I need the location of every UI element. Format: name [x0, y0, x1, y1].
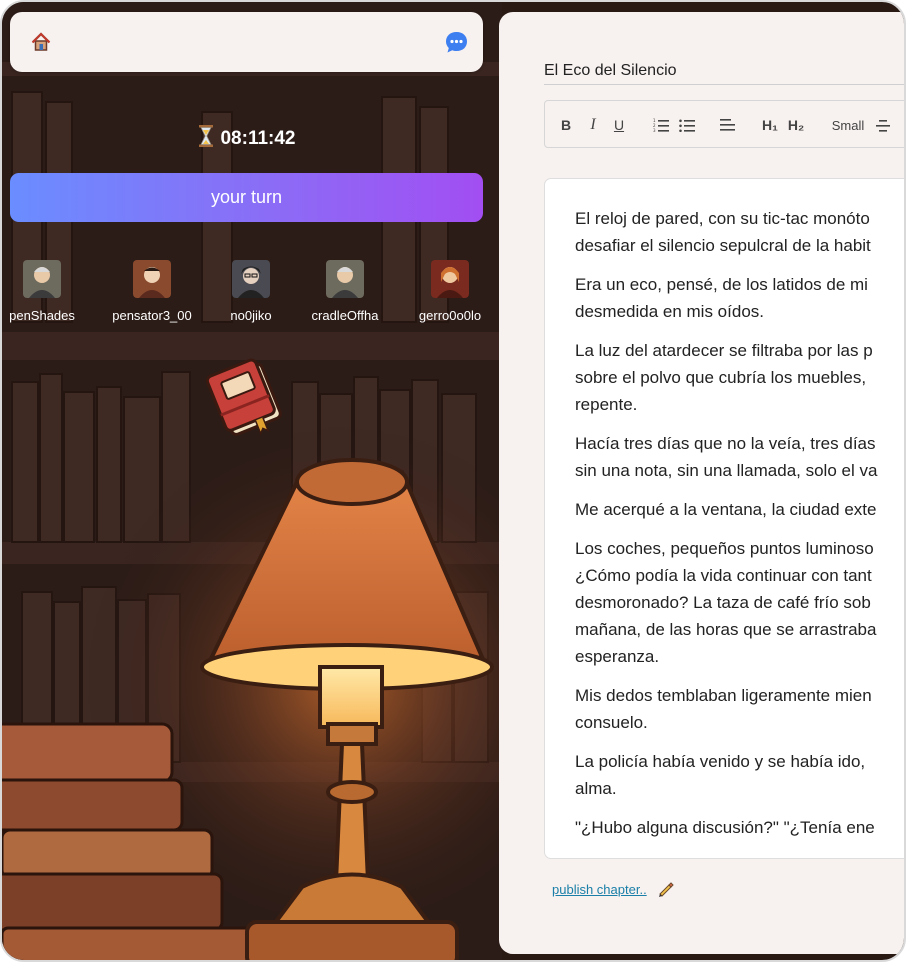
- home-icon[interactable]: [30, 31, 52, 53]
- book-icon: [206, 358, 282, 436]
- player-item[interactable]: pensator3_00: [97, 258, 207, 323]
- heading-1-button[interactable]: H₁: [759, 114, 781, 136]
- align-left-button[interactable]: [719, 114, 737, 136]
- avatar: [133, 260, 171, 298]
- small-text-button[interactable]: Small: [828, 114, 868, 136]
- editor-paragraph: La policía había venido y se había ido, …: [575, 752, 866, 798]
- player-name: penShades: [9, 308, 75, 323]
- bullet-list-icon: [679, 119, 695, 132]
- game-scene: 08:11:42 your turn penShades pensator3_0…: [2, 2, 502, 960]
- player-name: pensator3_00: [112, 308, 192, 323]
- editor-paragraph: La luz del atardecer se filtraba por las…: [575, 341, 873, 414]
- avatar: [23, 260, 61, 298]
- editor-paragraph: El reloj de pared, con su tic-tac monóto…: [575, 209, 871, 255]
- avatar: [326, 260, 364, 298]
- player-name: cradleOffha: [311, 308, 379, 323]
- top-bar: [10, 12, 483, 72]
- player-name: gerro0o0lo: [418, 308, 482, 323]
- align-left-icon: [720, 119, 735, 131]
- chapter-editor-panel: B I U 1 2 3: [499, 12, 904, 954]
- bullet-list-button[interactable]: [678, 114, 696, 136]
- chapter-text-editor[interactable]: El reloj de pared, con su tic-tac monóto…: [544, 178, 904, 859]
- editor-paragraph: Me acerqué a la ventana, la ciudad exte: [575, 500, 877, 519]
- player-item[interactable]: cradleOffha: [290, 258, 400, 323]
- svg-text:3: 3: [653, 128, 656, 132]
- pen-icon: [659, 882, 674, 897]
- heading-2-button[interactable]: H₂: [785, 114, 807, 136]
- app-frame: 08:11:42 your turn penShades pensator3_0…: [0, 0, 906, 962]
- align-icon: [876, 120, 890, 132]
- player-list: penShades pensator3_00 no0jiko cradleOff…: [2, 258, 502, 328]
- your-turn-button[interactable]: your turn: [10, 173, 483, 222]
- player-item[interactable]: penShades: [2, 258, 97, 323]
- publish-chapter-link[interactable]: publish chapter..: [552, 882, 647, 897]
- editor-paragraph: Los coches, pequeños puntos luminoso ¿Có…: [575, 539, 877, 666]
- editor-paragraph: Mis dedos temblaban ligeramente mien con…: [575, 686, 872, 732]
- chat-bubble-icon[interactable]: [444, 30, 469, 55]
- chapter-title-input[interactable]: [544, 61, 904, 85]
- underline-button[interactable]: U: [611, 114, 627, 136]
- text-align-button[interactable]: [875, 114, 891, 136]
- hourglass-icon: [199, 125, 214, 147]
- editor-paragraph: Hacía tres días que no la veía, tres día…: [575, 434, 878, 480]
- timer-value: 08:11:42: [220, 128, 296, 149]
- turn-timer: 08:11:42: [2, 124, 492, 150]
- editor-toolbar: B I U 1 2 3 H₁ H₂ Small: [544, 100, 904, 148]
- player-item[interactable]: gerro0o0lo: [395, 258, 502, 323]
- bold-button[interactable]: B: [559, 114, 573, 136]
- avatar: [431, 260, 469, 298]
- italic-button[interactable]: I: [586, 114, 600, 136]
- ordered-list-button[interactable]: 1 2 3: [652, 114, 670, 136]
- editor-paragraph: Era un eco, pensé, de los latidos de mi …: [575, 275, 868, 321]
- editor-paragraph: "¿Hubo alguna discusión?" "¿Tenía ene: [575, 818, 875, 837]
- ordered-list-icon: 1 2 3: [653, 118, 669, 132]
- avatar: [232, 260, 270, 298]
- editor-content[interactable]: El reloj de pared, con su tic-tac monóto…: [575, 205, 904, 853]
